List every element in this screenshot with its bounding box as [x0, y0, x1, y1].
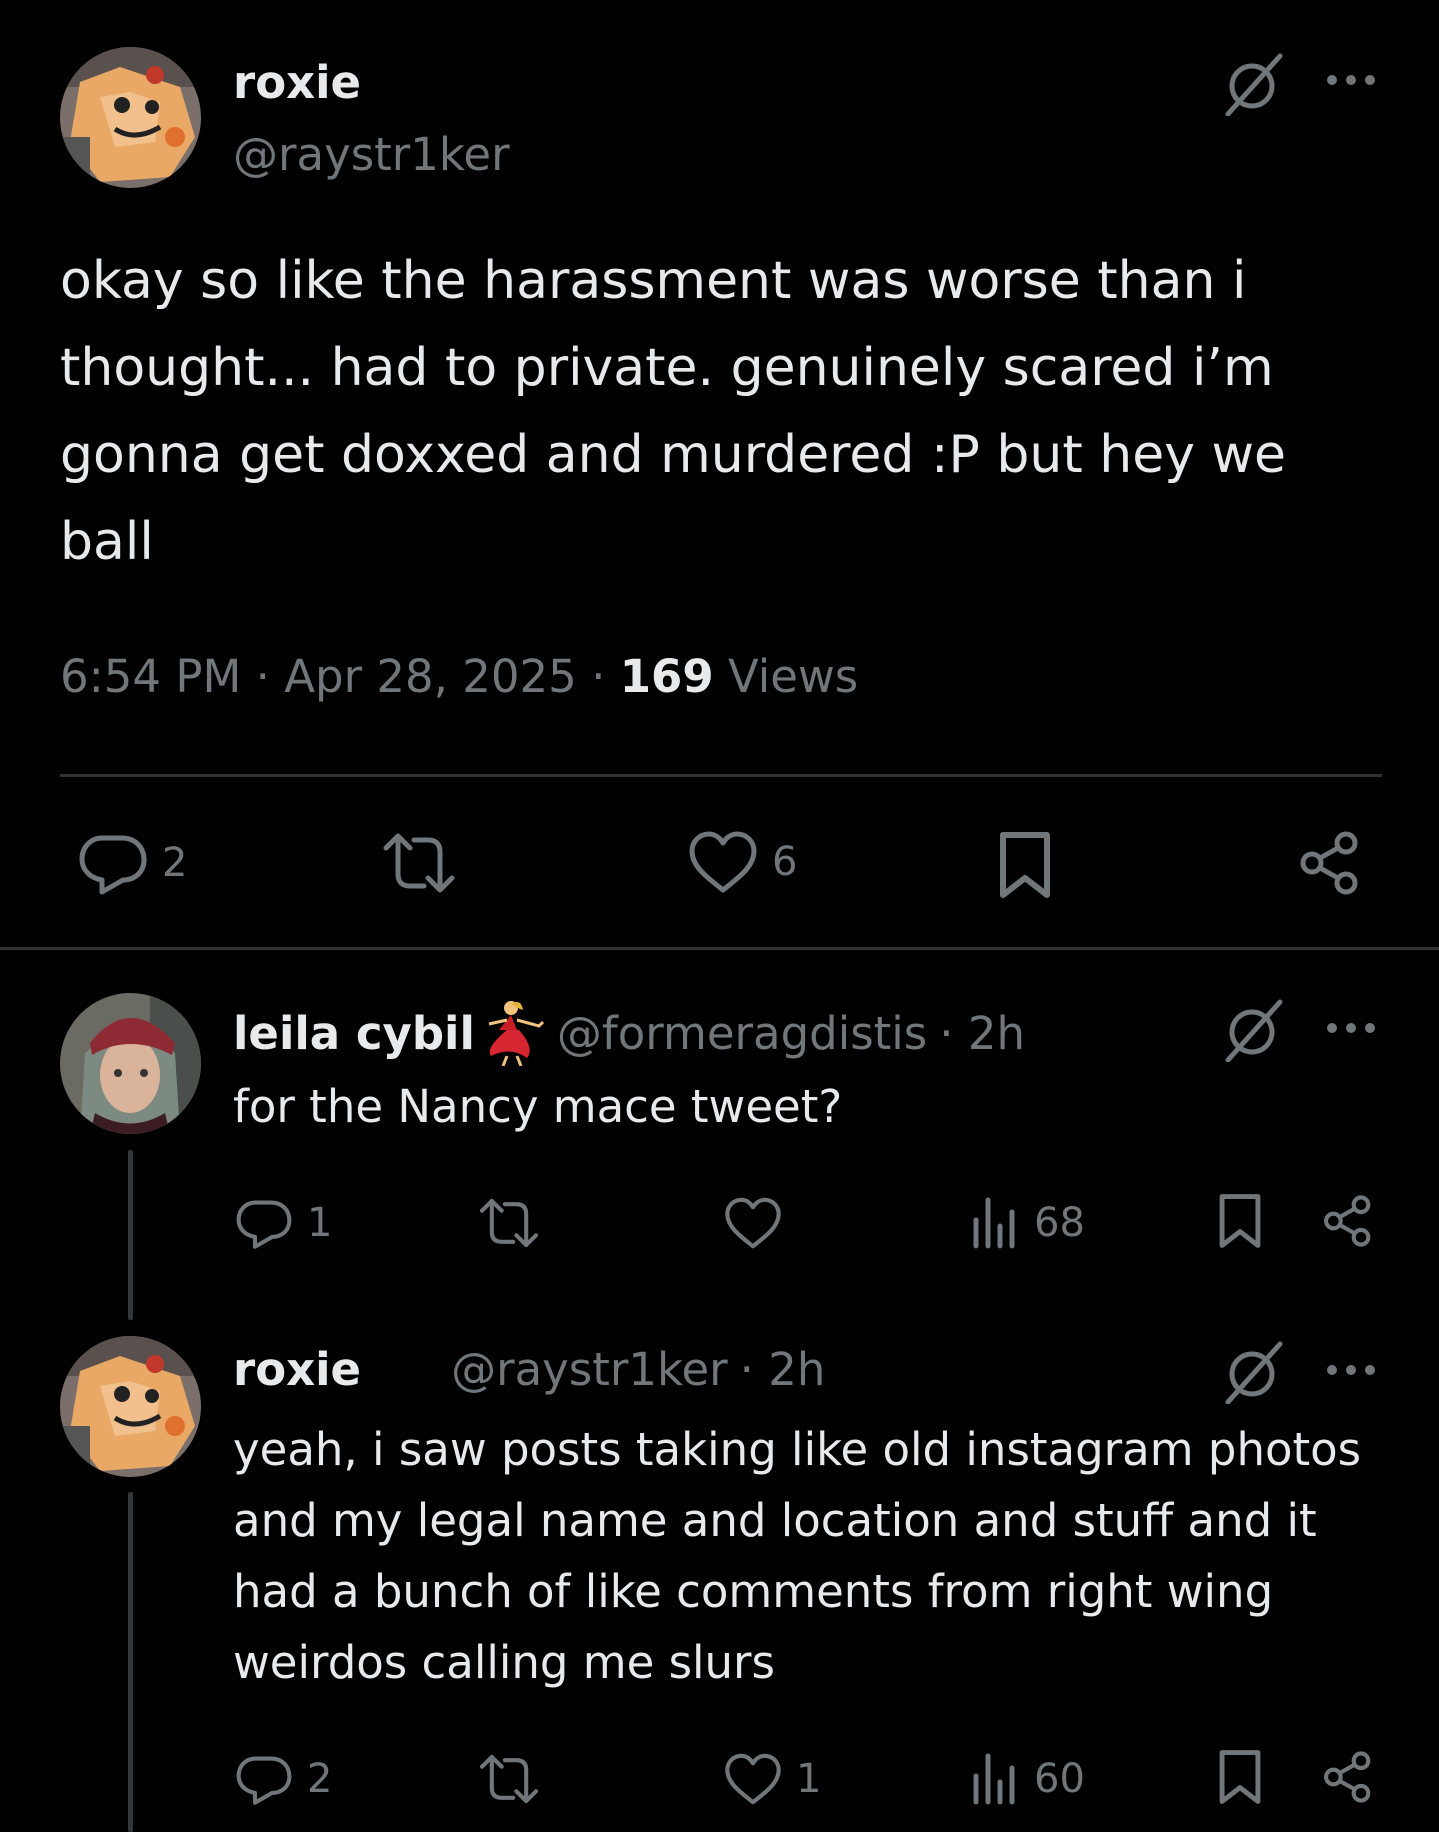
- post-date[interactable]: Apr 28, 2025: [284, 650, 577, 703]
- post-divider: [60, 774, 1382, 777]
- reply-count: 2: [162, 840, 188, 886]
- reply-count: 2: [307, 1756, 333, 1802]
- avatar-roxie[interactable]: [60, 47, 201, 188]
- reply-author-name[interactable]: leila cybil: [233, 1007, 475, 1060]
- reply-age[interactable]: · 2h: [740, 1343, 826, 1396]
- thread-line: [128, 1492, 133, 1832]
- bookmark-button[interactable]: [1218, 1192, 1262, 1250]
- more-icon[interactable]: [1325, 1362, 1377, 1378]
- reply-author-name[interactable]: roxie: [233, 1343, 361, 1396]
- views-count: 68: [1034, 1200, 1085, 1246]
- reply-count: 1: [307, 1200, 333, 1246]
- share-button[interactable]: [1298, 830, 1362, 896]
- like-count: 6: [772, 839, 798, 885]
- grok-icon[interactable]: [1220, 998, 1284, 1062]
- reply-author-handle[interactable]: @raystr1ker: [451, 1343, 728, 1396]
- views-button[interactable]: 60: [970, 1752, 1085, 1806]
- meta-separator-2: ·: [591, 650, 606, 703]
- repost-icon: [479, 1754, 539, 1804]
- share-button[interactable]: [1322, 1750, 1374, 1804]
- avatar-leila[interactable]: [60, 993, 201, 1134]
- share-icon: [1324, 1195, 1371, 1247]
- repost-button[interactable]: [478, 1196, 540, 1250]
- like-button[interactable]: 1: [724, 1752, 821, 1806]
- bookmark-button[interactable]: [998, 830, 1052, 900]
- meta-separator: ·: [255, 650, 270, 703]
- like-count: 1: [796, 1756, 822, 1802]
- grok-icon[interactable]: [1220, 1340, 1284, 1404]
- share-icon: [1300, 831, 1358, 895]
- like-icon: [689, 831, 757, 893]
- bookmark-icon: [1219, 1750, 1261, 1804]
- repost-button[interactable]: [382, 830, 456, 896]
- more-icon[interactable]: [1325, 72, 1377, 88]
- like-icon: [725, 1197, 781, 1249]
- views-button[interactable]: 68: [970, 1196, 1085, 1250]
- reply-author-handle[interactable]: @formeragdistis: [557, 1007, 927, 1060]
- reply-text: yeah, i saw posts taking like old instag…: [233, 1423, 1362, 1689]
- like-button[interactable]: [724, 1196, 782, 1250]
- reply-button[interactable]: 1: [235, 1196, 332, 1250]
- bookmark-icon: [1219, 1194, 1261, 1248]
- bookmark-button[interactable]: [1218, 1748, 1262, 1806]
- repost-icon: [479, 1198, 539, 1248]
- post-meta: 6:54 PM · Apr 28, 2025 · 169 Views: [60, 650, 858, 703]
- repost-button[interactable]: [478, 1752, 540, 1806]
- thread-line: [128, 1150, 133, 1320]
- views-label: Views: [728, 650, 859, 703]
- views-count: 60: [1034, 1756, 1085, 1802]
- reply-icon: [236, 1200, 292, 1249]
- reply-icon: [236, 1756, 292, 1805]
- reply-header: leila cybil @formeragdistis · 2h: [233, 1000, 1025, 1066]
- like-button[interactable]: 6: [688, 830, 797, 894]
- more-icon[interactable]: [1325, 1020, 1377, 1036]
- share-button[interactable]: [1322, 1194, 1374, 1248]
- reply-age[interactable]: · 2h: [939, 1007, 1025, 1060]
- reply-header: roxie @raystr1ker · 2h: [233, 1343, 825, 1396]
- author-handle[interactable]: @raystr1ker: [233, 128, 510, 181]
- post-time[interactable]: 6:54 PM: [60, 650, 241, 703]
- views-count: 169: [619, 650, 714, 703]
- avatar-roxie[interactable]: [60, 1336, 201, 1477]
- dancer-emoji: [488, 1001, 544, 1066]
- grok-icon[interactable]: [1220, 52, 1284, 116]
- reply-text: for the Nancy mace tweet?: [233, 1080, 843, 1133]
- reply-icon: [79, 835, 147, 895]
- views-icon: [973, 1197, 1015, 1249]
- share-icon: [1324, 1751, 1371, 1803]
- reply-button[interactable]: 2: [78, 830, 187, 896]
- views-icon: [973, 1753, 1015, 1805]
- section-divider: [0, 947, 1439, 950]
- post-text: okay so like the harassment was worse th…: [60, 251, 1287, 572]
- like-icon: [725, 1753, 781, 1805]
- author-name[interactable]: roxie: [233, 56, 361, 109]
- bookmark-icon: [1000, 832, 1050, 898]
- repost-icon: [383, 833, 455, 893]
- reply-button[interactable]: 2: [235, 1752, 332, 1806]
